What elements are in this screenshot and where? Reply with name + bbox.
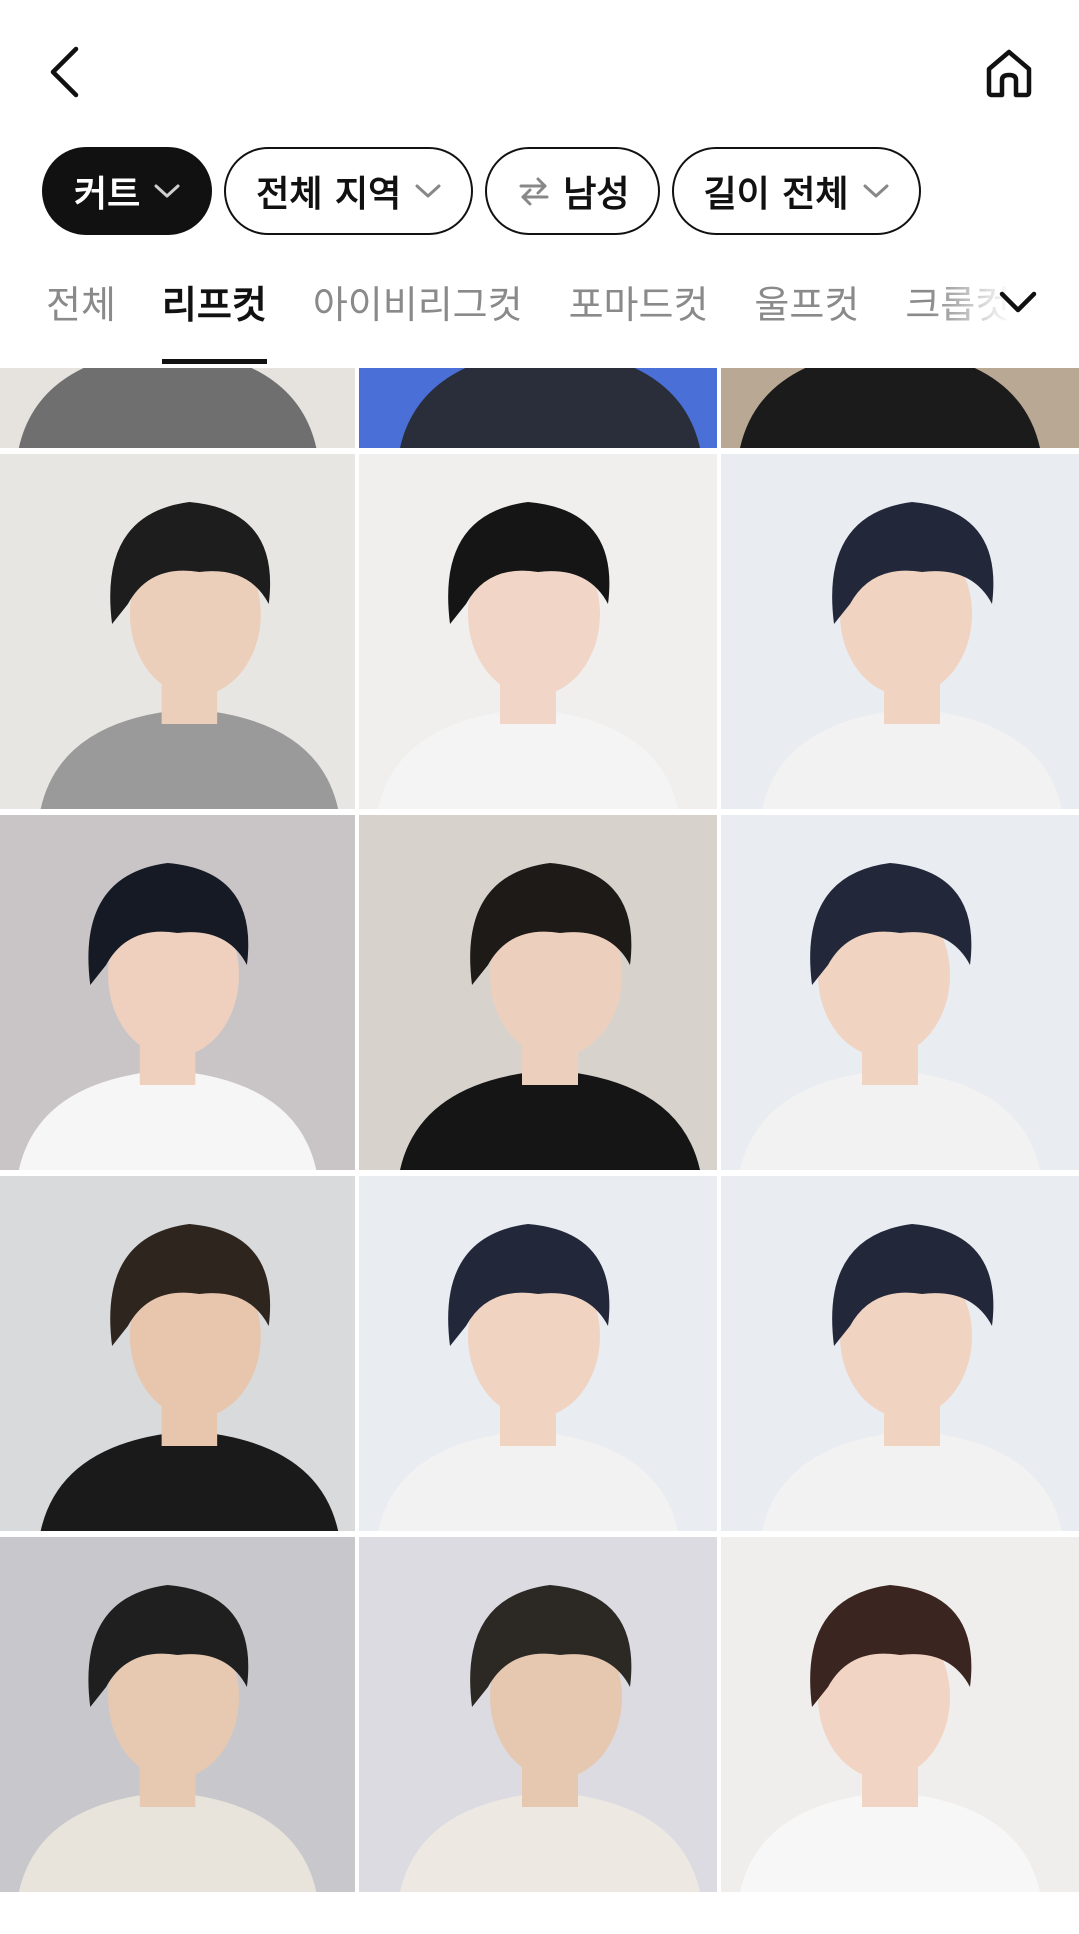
hairstyle-photo[interactable] — [359, 1176, 717, 1531]
hairstyle-photo[interactable] — [0, 815, 355, 1170]
filter-chip-label: 커트 — [74, 174, 141, 215]
tab-pomade-cut[interactable]: 포마드컷 — [569, 274, 709, 364]
chevron-down-icon — [152, 176, 182, 206]
hairstyle-photo[interactable] — [721, 368, 1079, 448]
hairstyle-photo[interactable] — [721, 815, 1079, 1170]
filter-chips: 커트 전체 지역 남성 길이 전체 — [42, 147, 921, 235]
back-button[interactable] — [40, 40, 88, 104]
tab-leaf-cut[interactable]: 리프컷 — [161, 274, 267, 364]
hairstyle-photo[interactable] — [721, 1537, 1079, 1892]
filter-chip-cut[interactable]: 커트 — [42, 147, 213, 235]
filter-chip-label: 길이 전체 — [703, 174, 849, 215]
tabs-expand-button[interactable] — [994, 278, 1042, 326]
hairstyle-photo[interactable] — [721, 1176, 1079, 1531]
style-tabs: 전체 리프컷 아이비리그컷 포마드컷 울프컷 크롭컷 — [0, 262, 1079, 368]
hairstyle-photo[interactable] — [721, 454, 1079, 809]
tab-wolf-cut[interactable]: 울프컷 — [754, 274, 859, 364]
chevron-down-icon — [413, 176, 443, 206]
hairstyle-photo[interactable] — [0, 368, 355, 448]
swap-arrows-icon — [517, 174, 551, 208]
filter-chip-label: 전체 지역 — [256, 174, 402, 215]
filter-chip-region[interactable]: 전체 지역 — [224, 147, 474, 235]
top-bar — [0, 0, 1079, 140]
filter-chip-label: 남성 — [563, 174, 630, 215]
hairstyle-photo[interactable] — [359, 454, 717, 809]
chevron-left-icon — [50, 46, 79, 98]
hairstyle-photo[interactable] — [359, 815, 717, 1170]
gallery — [0, 368, 1079, 1934]
hairstyle-photo[interactable] — [359, 1537, 717, 1892]
hairstyle-photo[interactable] — [0, 1176, 355, 1531]
hairstyle-photo[interactable] — [0, 454, 355, 809]
hairstyle-photo[interactable] — [0, 1537, 355, 1892]
home-icon — [986, 49, 1032, 98]
filter-chip-length[interactable]: 길이 전체 — [671, 147, 921, 235]
filter-chip-gender[interactable]: 남성 — [485, 147, 660, 235]
chevron-down-icon — [999, 291, 1037, 313]
home-button[interactable] — [978, 42, 1040, 104]
tab-ivy-league-cut[interactable]: 아이비리그컷 — [313, 274, 523, 364]
chevron-down-icon — [861, 176, 891, 206]
tab-all[interactable]: 전체 — [46, 274, 116, 364]
hairstyle-photo[interactable] — [359, 368, 717, 448]
